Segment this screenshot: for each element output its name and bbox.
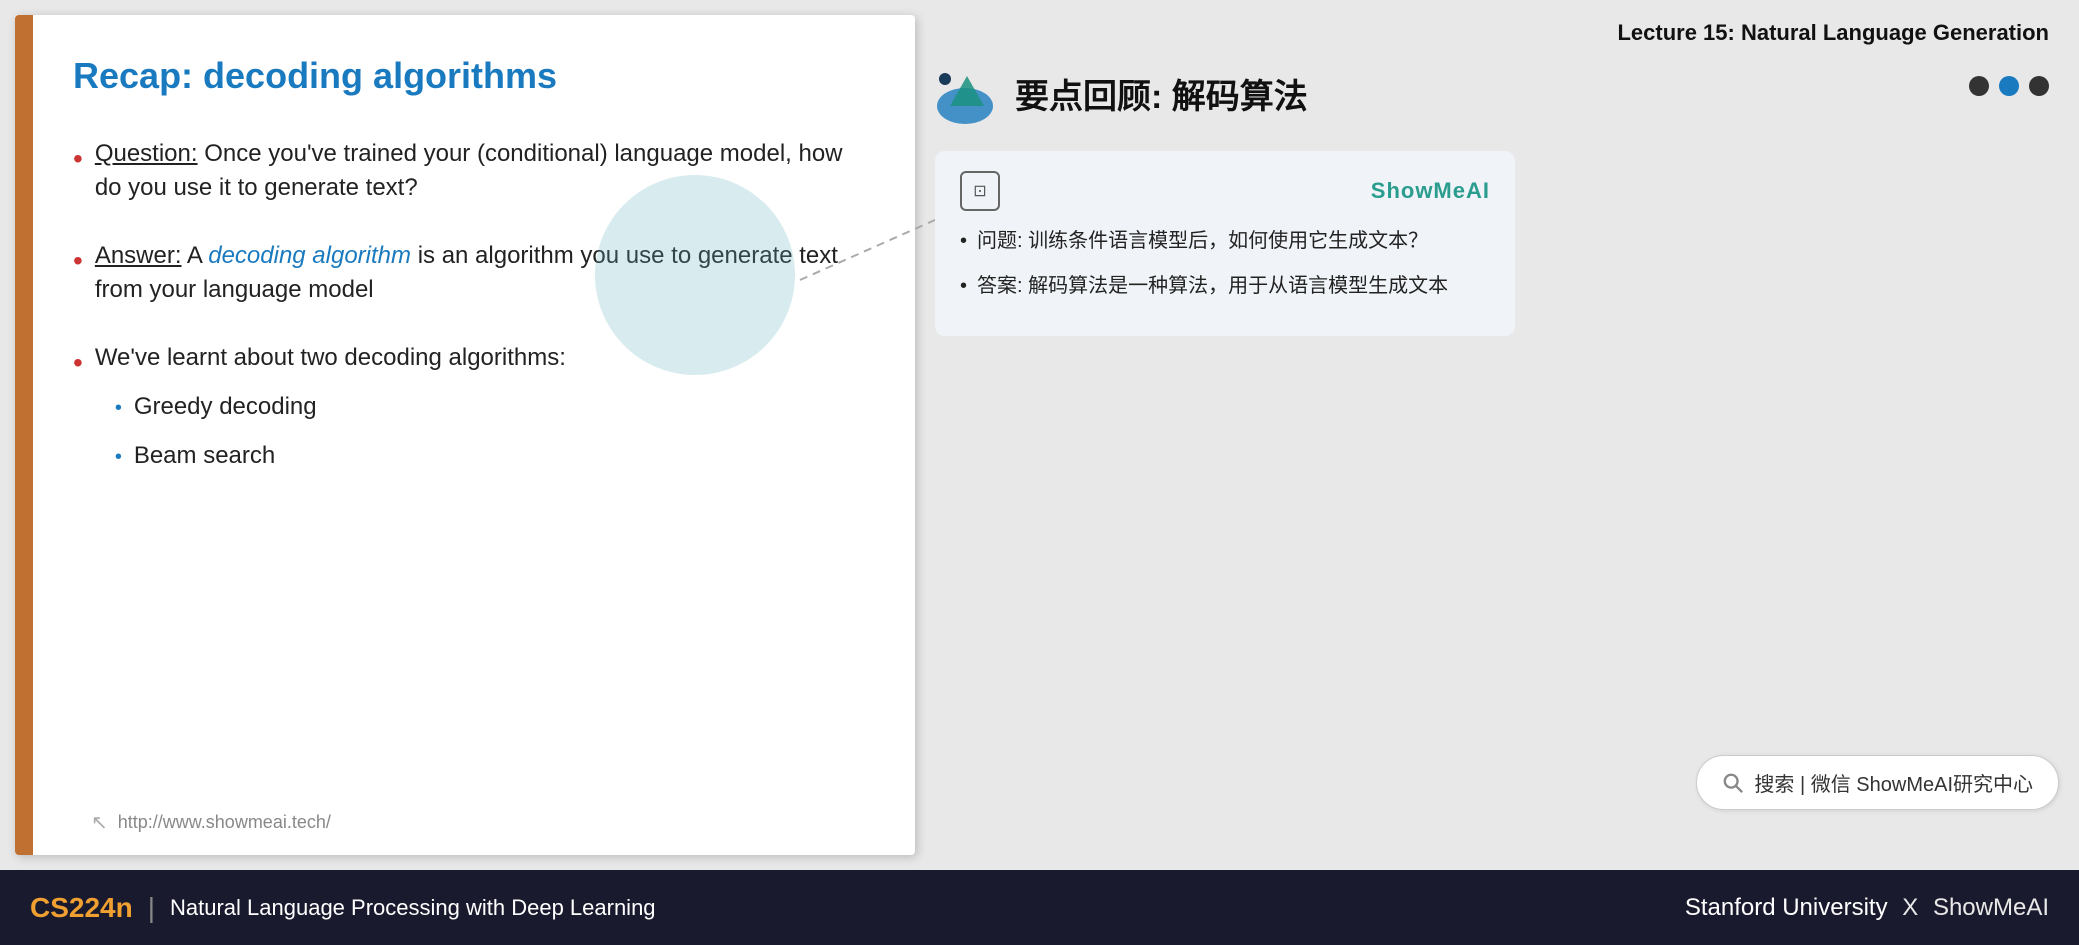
nav-dot-2[interactable]: [1999, 76, 2019, 96]
search-text: 搜索 | 微信 ShowMeAI研究中心: [1754, 768, 2033, 797]
question-label: Question:: [95, 140, 198, 167]
bottom-bar: CS224n | Natural Language Processing wit…: [0, 870, 2079, 945]
right-panel: Lecture 15: Natural Language Generation …: [915, 0, 2079, 870]
card-dot-1: •: [960, 226, 967, 256]
course-code: CS224n: [30, 892, 133, 924]
chinese-title-text: 要点回顾: 解码算法: [1015, 69, 1308, 118]
greedy-label: Greedy decoding: [134, 390, 317, 424]
slide-accent-bar: [15, 15, 33, 855]
footer-url: http://www.showmeai.tech/: [118, 812, 331, 833]
bottom-brand: ShowMeAI: [1933, 894, 2049, 921]
separator: |: [148, 892, 155, 924]
ai-icon-box: ⊡: [960, 171, 1000, 211]
sub-bullet-list: • Greedy decoding • Beam search: [95, 390, 865, 472]
course-name: Natural Language Processing with Deep Le…: [170, 895, 656, 921]
sub-bullet-greedy: • Greedy decoding: [115, 390, 865, 424]
search-icon: [1722, 772, 1744, 794]
search-box[interactable]: 搜索 | 微信 ShowMeAI研究中心: [1696, 755, 2059, 810]
showmeai-brand-card: ShowMeAI: [1371, 178, 1490, 204]
bullet-dot-3: •: [73, 343, 83, 382]
decoding-algorithm-italic: decoding algorithm: [208, 242, 411, 269]
card-bullet-2: • 答案: 解码算法是一种算法，用于从语言模型生成文本: [960, 271, 1490, 301]
showmeai-card: ⊡ ShowMeAI • 问题: 训练条件语言模型后，如何使用它生成文本？ • …: [935, 151, 1515, 336]
slide-panel: Recap: decoding algorithms • Question: O…: [15, 15, 915, 855]
nav-dot-3[interactable]: [2029, 76, 2049, 96]
card-text-1: 问题: 训练条件语言模型后，如何使用它生成文本？: [977, 226, 1428, 256]
slide-footer: ↖ http://www.showmeai.tech/: [91, 810, 331, 835]
lecture-title: Lecture 15: Natural Language Generation: [935, 10, 2059, 56]
card-bullet-1: • 问题: 训练条件语言模型后，如何使用它生成文本？: [960, 226, 1490, 256]
card-text-2: 答案: 解码算法是一种算法，用于从语言模型生成文本: [977, 271, 1448, 301]
two-algorithms-text: We've learnt about two decoding algorith…: [95, 344, 566, 371]
sub-bullet-beam: • Beam search: [115, 439, 865, 473]
bottom-left: CS224n | Natural Language Processing wit…: [30, 892, 656, 924]
card-header: ⊡ ShowMeAI: [960, 171, 1490, 211]
slide-title: Recap: decoding algorithms: [73, 55, 865, 97]
nav-dot-1[interactable]: [1969, 76, 1989, 96]
ai-icon-label: ⊡: [973, 181, 986, 201]
bullet-item-3: • We've learnt about two decoding algori…: [73, 341, 865, 487]
answer-label: Answer:: [95, 242, 182, 269]
university-name: Stanford University: [1685, 894, 1888, 921]
cursor-icon: ↖: [91, 810, 108, 835]
bottom-right: Stanford University X ShowMeAI: [1685, 894, 2049, 922]
main-content: Recap: decoding algorithms • Question: O…: [0, 0, 2079, 870]
sub-dot-1: •: [115, 394, 122, 422]
bullet-dot-1: •: [73, 139, 83, 178]
x-separator: X: [1902, 894, 1925, 921]
nav-dots: [1969, 76, 2049, 96]
chinese-title-box: 要点回顾: 解码算法: [935, 61, 2059, 126]
card-dot-2: •: [960, 271, 967, 301]
decorative-circle: [595, 175, 795, 375]
sub-dot-2: •: [115, 443, 122, 471]
title-icon: [935, 61, 1000, 126]
bullet-text-3: We've learnt about two decoding algorith…: [95, 341, 865, 487]
slide-content: Recap: decoding algorithms • Question: O…: [33, 15, 915, 855]
answer-pre: A: [187, 242, 208, 269]
beam-label: Beam search: [134, 439, 275, 473]
bullet-dot-2: •: [73, 241, 83, 280]
